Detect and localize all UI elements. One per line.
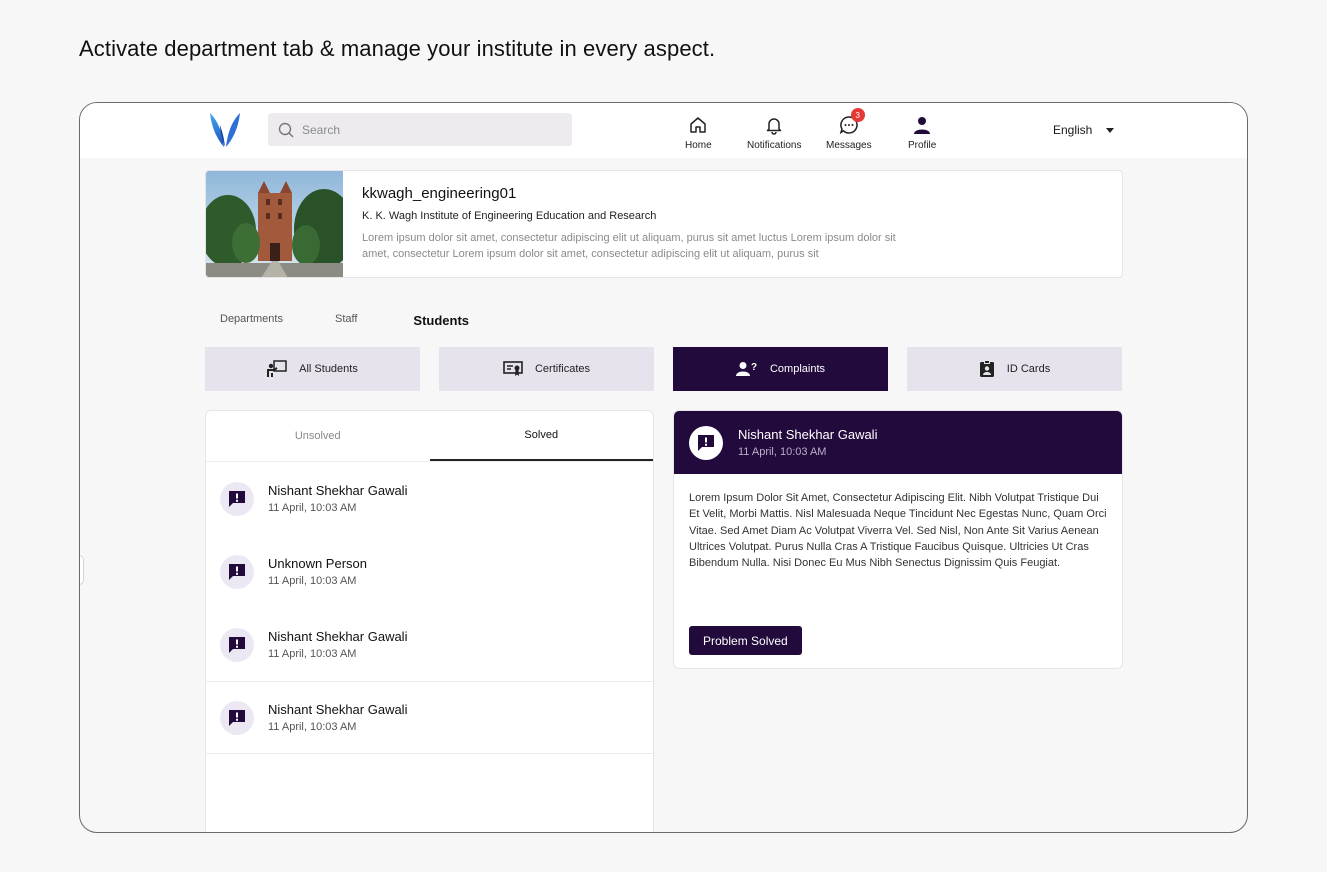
alert-message-icon [229,636,245,653]
detail-sender: Nishant Shekhar Gawali [738,427,878,442]
side-handle [80,555,84,585]
complaint-status-tabs: Unsolved Solved [206,411,653,462]
complaint-sender: Nishant Shekhar Gawali [268,629,408,644]
complaint-sender: Nishant Shekhar Gawali [268,702,408,717]
list-item[interactable]: Nishant Shekhar Gawali 11 April, 10:03 A… [206,681,653,754]
problem-solved-button[interactable]: Problem Solved [689,626,802,655]
nav-notifications-label: Notifications [747,140,802,151]
alert-message-icon [229,490,245,507]
description-line-1: Lorem ipsum dolor sit amet, consectetur … [362,232,896,244]
tab-unsolved[interactable]: Unsolved [206,411,430,461]
description-line-2: amet, consectetur Lorem ipsum dolor sit … [362,248,819,260]
avatar [220,554,254,589]
complaint-sender: Nishant Shekhar Gawali [268,483,408,498]
complaint-detail-header: Nishant Shekhar Gawali 11 April, 10:03 A… [674,411,1122,474]
avatar [220,627,254,662]
tab-solved[interactable]: Solved [429,411,653,461]
teacher-board-icon [267,360,287,377]
alert-message-icon [229,563,245,580]
institute-photo [206,171,343,277]
certificates-label: Certificates [534,363,591,375]
list-item[interactable]: Unknown Person 11 April, 10:03 AM [206,535,653,608]
complaint-time: 11 April, 10:03 AM [268,721,357,733]
complaint-sender: Unknown Person [268,556,367,571]
app-window: Home Notifications 3 Messages [79,102,1248,833]
student-category-row: All Students Certificates ? Complaints I… [205,347,1122,391]
nav-messages[interactable]: 3 Messages [826,108,872,151]
avatar [220,481,254,516]
list-item[interactable]: Nishant Shekhar Gawali 11 April, 10:03 A… [206,608,653,681]
language-selector[interactable]: English [1053,123,1115,137]
complaints-label: Complaints [769,363,826,375]
complaint-detail-panel: Nishant Shekhar Gawali 11 April, 10:03 A… [673,410,1123,669]
id-badge-icon [979,360,994,377]
bell-icon [766,118,782,135]
svg-text:?: ? [751,362,757,373]
certificate-icon [503,361,523,376]
certificates-button[interactable]: Certificates [439,347,654,391]
tab-staff[interactable]: Staff [335,313,357,328]
search-input[interactable] [302,122,552,137]
complaint-body: Lorem Ipsum Dolor Sit Amet, Consectetur … [689,492,1107,570]
messages-badge: 3 [850,108,865,122]
list-item[interactable]: Nishant Shekhar Gawali 11 April, 10:03 A… [206,462,653,535]
tab-departments[interactable]: Departments [220,313,283,328]
complaints-list-panel: Unsolved Solved Nishant Shekhar Gawali 1… [205,410,654,832]
person-icon [914,117,931,134]
search-bar[interactable] [268,113,572,146]
institute-name: K. K. Wagh Institute of Engineering Educ… [362,210,657,222]
complaint-time: 11 April, 10:03 AM [268,502,357,514]
nav-home[interactable]: Home [685,113,712,151]
id-cards-label: ID Cards [1006,363,1051,375]
chevron-down-icon [1106,127,1115,133]
section-tabs: Departments Staff Students [220,313,521,328]
complaints-button[interactable]: ? Complaints [673,347,888,391]
institute-description: Lorem ipsum dolor sit amet, consectetur … [362,230,962,262]
alert-message-icon [229,709,245,726]
alert-message-icon [698,434,714,451]
language-label: English [1053,123,1093,137]
nav-profile[interactable]: Profile [908,113,936,151]
complaint-time: 11 April, 10:03 AM [268,648,357,660]
home-icon [690,117,707,133]
nav-messages-label: Messages [826,140,872,151]
institute-username: kkwagh_engineering01 [362,185,517,202]
detail-time: 11 April, 10:03 AM [738,446,827,458]
nav-notifications[interactable]: Notifications [747,113,801,151]
id-cards-button[interactable]: ID Cards [907,347,1122,391]
nav-home-label: Home [685,140,712,151]
avatar [220,700,254,735]
institute-card: kkwagh_engineering01 K. K. Wagh Institut… [205,170,1123,278]
complaint-time: 11 April, 10:03 AM [268,575,357,587]
nav-profile-label: Profile [908,140,937,151]
all-students-button[interactable]: All Students [205,347,420,391]
page-headline: Activate department tab & manage your in… [79,36,716,61]
top-navbar: Home Notifications 3 Messages [80,103,1247,158]
app-logo[interactable] [208,111,242,149]
search-icon [278,122,294,137]
avatar [689,425,723,460]
tab-students[interactable]: Students [413,313,469,328]
all-students-label: All Students [299,363,358,375]
user-question-icon: ? [735,362,757,376]
